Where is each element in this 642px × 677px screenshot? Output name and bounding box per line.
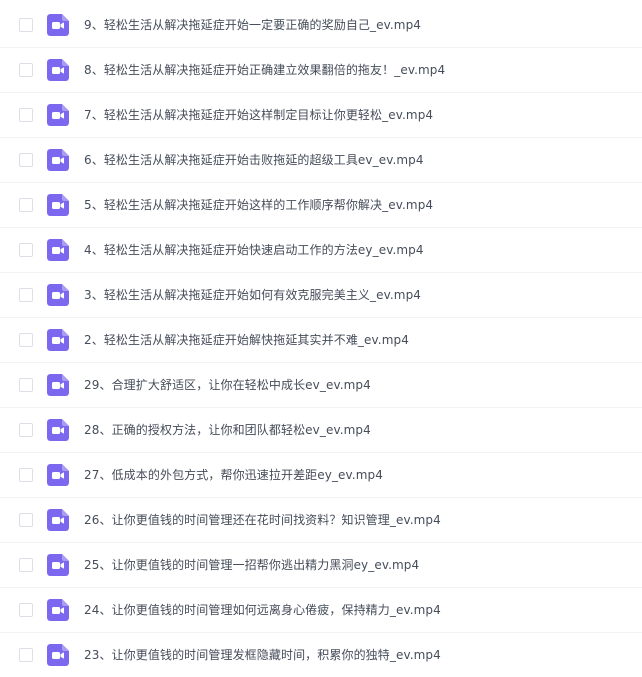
file-list: 9、轻松生活从解决拖延症开始一定要正确的奖励自己_ev.mp4 8、轻松生活从解… bbox=[0, 0, 642, 677]
file-row[interactable]: 4、轻松生活从解决拖延症开始快速启动工作的方法ey_ev.mp4 bbox=[0, 228, 642, 273]
file-name[interactable]: 4、轻松生活从解决拖延症开始快速启动工作的方法ey_ev.mp4 bbox=[84, 243, 424, 257]
file-row[interactable]: 7、轻松生活从解决拖延症开始这样制定目标让你更轻松_ev.mp4 bbox=[0, 93, 642, 138]
file-row[interactable]: 27、低成本的外包方式，帮你迅速拉开差距ey_ev.mp4 bbox=[0, 453, 642, 498]
file-name[interactable]: 6、轻松生活从解决拖延症开始击败拖延的超级工具ev_ev.mp4 bbox=[84, 153, 424, 167]
file-row[interactable]: 24、让你更值钱的时间管理如何远离身心倦疲，保持精力_ev.mp4 bbox=[0, 588, 642, 633]
video-file-icon bbox=[47, 464, 69, 486]
video-file-icon bbox=[47, 329, 69, 351]
file-row[interactable]: 28、正确的授权方法，让你和团队都轻松ev_ev.mp4 bbox=[0, 408, 642, 453]
file-row[interactable]: 2、轻松生活从解决拖延症开始解快拖延其实并不难_ev.mp4 bbox=[0, 318, 642, 363]
file-row[interactable]: 25、让你更值钱的时间管理一招帮你逃出精力黑洞ey_ev.mp4 bbox=[0, 543, 642, 588]
video-file-icon bbox=[47, 419, 69, 441]
file-row[interactable]: 9、轻松生活从解决拖延症开始一定要正确的奖励自己_ev.mp4 bbox=[0, 3, 642, 48]
row-checkbox[interactable] bbox=[19, 603, 33, 617]
file-row[interactable]: 8、轻松生活从解决拖延症开始正确建立效果翻倍的拖友！_ev.mp4 bbox=[0, 48, 642, 93]
row-checkbox[interactable] bbox=[19, 513, 33, 527]
file-name[interactable]: 28、正确的授权方法，让你和团队都轻松ev_ev.mp4 bbox=[84, 423, 371, 437]
video-file-icon bbox=[47, 239, 69, 261]
file-row[interactable]: 5、轻松生活从解决拖延症开始这样的工作顺序帮你解决_ev.mp4 bbox=[0, 183, 642, 228]
video-file-icon bbox=[47, 194, 69, 216]
row-checkbox[interactable] bbox=[19, 18, 33, 32]
row-checkbox[interactable] bbox=[19, 648, 33, 662]
row-checkbox[interactable] bbox=[19, 108, 33, 122]
file-name[interactable]: 7、轻松生活从解决拖延症开始这样制定目标让你更轻松_ev.mp4 bbox=[84, 108, 433, 122]
row-checkbox[interactable] bbox=[19, 423, 33, 437]
video-file-icon bbox=[47, 14, 69, 36]
video-file-icon bbox=[47, 374, 69, 396]
file-row[interactable]: 6、轻松生活从解决拖延症开始击败拖延的超级工具ev_ev.mp4 bbox=[0, 138, 642, 183]
file-name[interactable]: 24、让你更值钱的时间管理如何远离身心倦疲，保持精力_ev.mp4 bbox=[84, 603, 441, 617]
file-name[interactable]: 2、轻松生活从解决拖延症开始解快拖延其实并不难_ev.mp4 bbox=[84, 333, 409, 347]
video-file-icon bbox=[47, 59, 69, 81]
file-name[interactable]: 29、合理扩大舒适区，让你在轻松中成长ev_ev.mp4 bbox=[84, 378, 371, 392]
row-checkbox[interactable] bbox=[19, 333, 33, 347]
video-file-icon bbox=[47, 644, 69, 666]
file-name[interactable]: 25、让你更值钱的时间管理一招帮你逃出精力黑洞ey_ev.mp4 bbox=[84, 558, 419, 572]
row-checkbox[interactable] bbox=[19, 63, 33, 77]
file-name[interactable]: 5、轻松生活从解决拖延症开始这样的工作顺序帮你解决_ev.mp4 bbox=[84, 198, 433, 212]
file-row[interactable]: 29、合理扩大舒适区，让你在轻松中成长ev_ev.mp4 bbox=[0, 363, 642, 408]
file-name[interactable]: 27、低成本的外包方式，帮你迅速拉开差距ey_ev.mp4 bbox=[84, 468, 383, 482]
row-checkbox[interactable] bbox=[19, 468, 33, 482]
file-name[interactable]: 8、轻松生活从解决拖延症开始正确建立效果翻倍的拖友！_ev.mp4 bbox=[84, 63, 445, 77]
file-name[interactable]: 26、让你更值钱的时间管理还在花时间找资料？知识管理_ev.mp4 bbox=[84, 513, 441, 527]
row-checkbox[interactable] bbox=[19, 558, 33, 572]
row-checkbox[interactable] bbox=[19, 243, 33, 257]
file-name[interactable]: 23、让你更值钱的时间管理发框隐藏时间，积累你的独特_ev.mp4 bbox=[84, 648, 441, 662]
video-file-icon bbox=[47, 104, 69, 126]
video-file-icon bbox=[47, 554, 69, 576]
row-checkbox[interactable] bbox=[19, 153, 33, 167]
video-file-icon bbox=[47, 284, 69, 306]
file-name[interactable]: 9、轻松生活从解决拖延症开始一定要正确的奖励自己_ev.mp4 bbox=[84, 18, 421, 32]
video-file-icon bbox=[47, 599, 69, 621]
file-row[interactable]: 26、让你更值钱的时间管理还在花时间找资料？知识管理_ev.mp4 bbox=[0, 498, 642, 543]
row-checkbox[interactable] bbox=[19, 288, 33, 302]
file-name[interactable]: 3、轻松生活从解决拖延症开始如何有效克服完美主义_ev.mp4 bbox=[84, 288, 421, 302]
row-checkbox[interactable] bbox=[19, 198, 33, 212]
video-file-icon bbox=[47, 509, 69, 531]
row-checkbox[interactable] bbox=[19, 378, 33, 392]
video-file-icon bbox=[47, 149, 69, 171]
file-row[interactable]: 3、轻松生活从解决拖延症开始如何有效克服完美主义_ev.mp4 bbox=[0, 273, 642, 318]
file-row[interactable]: 23、让你更值钱的时间管理发框隐藏时间，积累你的独特_ev.mp4 bbox=[0, 633, 642, 677]
